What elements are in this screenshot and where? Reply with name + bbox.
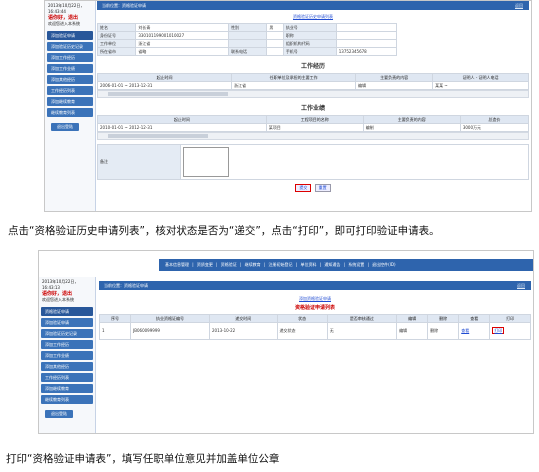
sidebar-item-3[interactable]: 添加工作经历 bbox=[41, 340, 93, 349]
list-header-3: 状态 bbox=[276, 314, 328, 323]
work-header-2: 主要负责的内容 bbox=[355, 73, 434, 82]
sidebar-item-5[interactable]: 添加其他经历 bbox=[41, 362, 93, 371]
breadcrumb-text: 当前位置：资格验证申请 bbox=[102, 3, 146, 8]
back-link[interactable]: 返回 bbox=[517, 281, 525, 290]
label-gender: 性别 bbox=[228, 23, 268, 32]
sidebar-item-4[interactable]: 添加其他经历 bbox=[47, 75, 93, 84]
label-phone: 联系电话 bbox=[228, 47, 268, 56]
sidebar-item-6[interactable]: 工作经历列表 bbox=[41, 373, 93, 382]
work-header-1: 任职单位及承担的主要工作 bbox=[231, 73, 357, 82]
value-name: 刘长青 bbox=[135, 23, 230, 32]
sidebar-item-2[interactable]: 添加验证历史记录 bbox=[41, 329, 93, 338]
delete-link[interactable]: 删除 bbox=[427, 322, 460, 340]
main-panel: 当前位置：资格验证申请 返回 资格验证历史申请列表 姓名 刘长青 性别 男 执业… bbox=[96, 1, 530, 211]
user-info: 2013年10月22日， 16:43:44 语你好，退出 欢迎您进入本系统 bbox=[45, 1, 95, 29]
list-header-6: 删除 bbox=[427, 314, 460, 323]
submit-button[interactable]: 提交 bbox=[295, 184, 312, 192]
table-row: 2006-01-01 ~ 2013-12-31 浙江省 编辑 某某 ~ bbox=[96, 81, 529, 90]
view-link[interactable]: 查看 bbox=[461, 328, 469, 333]
screenshot-1: 2013年10月22日， 16:43:44 语你好，退出 欢迎您进入本系统 添加… bbox=[44, 0, 532, 212]
value-unit: 浙江省 bbox=[135, 39, 230, 48]
remark-table: 备注 bbox=[97, 144, 529, 180]
work-history-title: 工作经历 bbox=[300, 63, 325, 70]
perf-header-0: 起止时间 bbox=[97, 115, 267, 124]
breadcrumb: 当前位置：资格验证申请 返回 bbox=[99, 281, 531, 290]
main-panel: 当前位置：资格验证申请 返回 添加资格验证申请 资格验证申请列表 序号 执业资格… bbox=[98, 281, 531, 431]
sidebar-item-8[interactable]: 继续教育列表 bbox=[41, 395, 93, 404]
app-header: 基本信息管理 | 资质变更 | 资格验证 | 继续教育 | 注册初始登记 | 单… bbox=[39, 251, 533, 277]
sidebar-item-2[interactable]: 添加工作经历 bbox=[47, 53, 93, 62]
top-menu[interactable]: 基本信息管理 | 资质变更 | 资格验证 | 继续教育 | 注册初始登记 | 单… bbox=[159, 259, 533, 271]
sidebar-item-4[interactable]: 添加工作业绩 bbox=[41, 351, 93, 360]
table-row: 1 JB060099999 2013-10-22 递交状态 无 编辑 删除 查看… bbox=[98, 322, 531, 340]
scrollbar-thumb[interactable] bbox=[108, 134, 208, 138]
reset-button[interactable]: 重置 bbox=[314, 184, 331, 192]
table-row: 2010-01-01 ~ 2012-12-31 某项目 编制 3000万元 bbox=[97, 123, 530, 132]
value-mobile: 13752345678 bbox=[335, 47, 398, 56]
label-title: 职称 bbox=[282, 31, 337, 40]
sidebar-item-0[interactable]: 添加验证申请 bbox=[47, 31, 93, 40]
horizontal-scrollbar[interactable] bbox=[97, 90, 529, 98]
add-application-link[interactable]: 添加资格验证申请 bbox=[299, 296, 331, 301]
value-id: 330101199001010027 bbox=[135, 31, 230, 40]
perf-header-2: 主要负责的内容 bbox=[362, 115, 461, 124]
list-header-4: 是否审核通过 bbox=[326, 314, 398, 323]
work-header-3: 证明人 - 证明人电话 bbox=[432, 73, 529, 82]
scrollbar-thumb[interactable] bbox=[108, 92, 228, 96]
logout-button[interactable]: 退出登陆 bbox=[45, 410, 73, 418]
label-unit: 工作单位 bbox=[96, 39, 137, 48]
sidebar-nav: 资格验证申请 添加验证申请 添加验证历史记录 添加工作经历 添加工作业绩 添加其… bbox=[41, 307, 93, 404]
remark-label: 备注 bbox=[97, 144, 181, 180]
caption-2: 打印“资格验证申请表”，填写任职单位意见并加盖单位公章 bbox=[6, 453, 280, 465]
work-header-0: 起止时间 bbox=[96, 73, 233, 82]
caption-1: 点击“资格验证历史申请列表”，核对状态是否为“递交”，点击“打印”，即可打印验证… bbox=[8, 225, 440, 237]
value-province: 省略 bbox=[135, 47, 230, 56]
logout-button[interactable]: 退出登陆 bbox=[51, 123, 79, 131]
perf-header-1: 工程项目的名称 bbox=[265, 115, 364, 124]
list-header-2: 递交时间 bbox=[208, 314, 278, 323]
sidebar-item-1[interactable]: 添加验证历史记录 bbox=[47, 42, 93, 51]
sidebar-item-6[interactable]: 添加继续教育 bbox=[47, 97, 93, 106]
edit-link[interactable]: 编辑 bbox=[396, 322, 429, 340]
remark-textarea[interactable] bbox=[183, 147, 229, 177]
print-link[interactable]: 打印 bbox=[492, 327, 505, 334]
list-header-0: 序号 bbox=[98, 314, 132, 323]
breadcrumb: 当前位置：资格验证申请 返回 bbox=[97, 1, 529, 10]
list-header-7: 查看 bbox=[458, 314, 491, 323]
label-mobile: 手机号 bbox=[282, 47, 337, 56]
sidebar-item-7[interactable]: 继续教育列表 bbox=[47, 108, 93, 117]
back-link[interactable]: 返回 bbox=[515, 1, 523, 10]
label-province: 所在省市 bbox=[96, 47, 137, 56]
breadcrumb-text: 当前位置：资格验证申请 bbox=[104, 283, 148, 288]
work-history-table: 起止时间 任职单位及承担的主要工作 主要负责的内容 证明人 - 证明人电话 20… bbox=[96, 73, 529, 90]
sidebar-item-7[interactable]: 添加继续教育 bbox=[41, 384, 93, 393]
sidebar: 2013年10月22日， 16:43:44 语你好，退出 欢迎您进入本系统 添加… bbox=[45, 1, 96, 211]
list-header-5: 编辑 bbox=[396, 314, 429, 323]
sidebar-item-3[interactable]: 添加工作业绩 bbox=[47, 64, 93, 73]
perf-header-3: 总造价 bbox=[459, 115, 530, 124]
sidebar: 2013年10月22日， 16:43:13 语你好，退出 欢迎您进入本系统 资格… bbox=[39, 277, 96, 433]
history-list-link[interactable]: 资格验证历史申请列表 bbox=[293, 14, 333, 19]
list-title: 资格验证申请列表 bbox=[294, 305, 335, 311]
sidebar-nav: 添加验证申请 添加验证历史记录 添加工作经历 添加工作业绩 添加其他经历 工作经… bbox=[47, 31, 93, 117]
performance-table: 起止时间 工程项目的名称 主要负责的内容 总造价 2010-01-01 ~ 20… bbox=[97, 115, 530, 132]
welcome-text: 欢迎您进入本系统 bbox=[48, 21, 80, 26]
list-header-1: 执业资格证编号 bbox=[130, 314, 210, 323]
list-header-8: 打印 bbox=[489, 314, 531, 323]
sidebar-item-0[interactable]: 资格验证申请 bbox=[41, 307, 93, 316]
sidebar-item-5[interactable]: 工作经历列表 bbox=[47, 86, 93, 95]
performance-title: 工作业绩 bbox=[300, 105, 325, 112]
sidebar-item-1[interactable]: 添加验证申请 bbox=[41, 318, 93, 327]
label-org-code: 组织机构代码 bbox=[282, 39, 337, 48]
info-table: 姓名 刘长青 性别 男 执业号 身份证号 330101199001010027 … bbox=[96, 23, 398, 56]
label-name: 姓名 bbox=[96, 23, 137, 32]
label-mgmt: 执业号 bbox=[282, 23, 337, 32]
value-gender: 男 bbox=[266, 23, 284, 32]
user-info: 2013年10月22日， 16:43:13 语你好，退出 欢迎您进入本系统 bbox=[39, 277, 95, 305]
horizontal-scrollbar[interactable] bbox=[97, 132, 529, 140]
welcome-text: 欢迎您进入本系统 bbox=[42, 297, 74, 302]
application-list-table: 序号 执业资格证编号 递交时间 状态 是否审核通过 编辑 删除 查看 打印 1 … bbox=[98, 314, 531, 340]
screenshot-2: 基本信息管理 | 资质变更 | 资格验证 | 继续教育 | 注册初始登记 | 单… bbox=[38, 250, 534, 434]
label-id: 身份证号 bbox=[96, 31, 137, 40]
